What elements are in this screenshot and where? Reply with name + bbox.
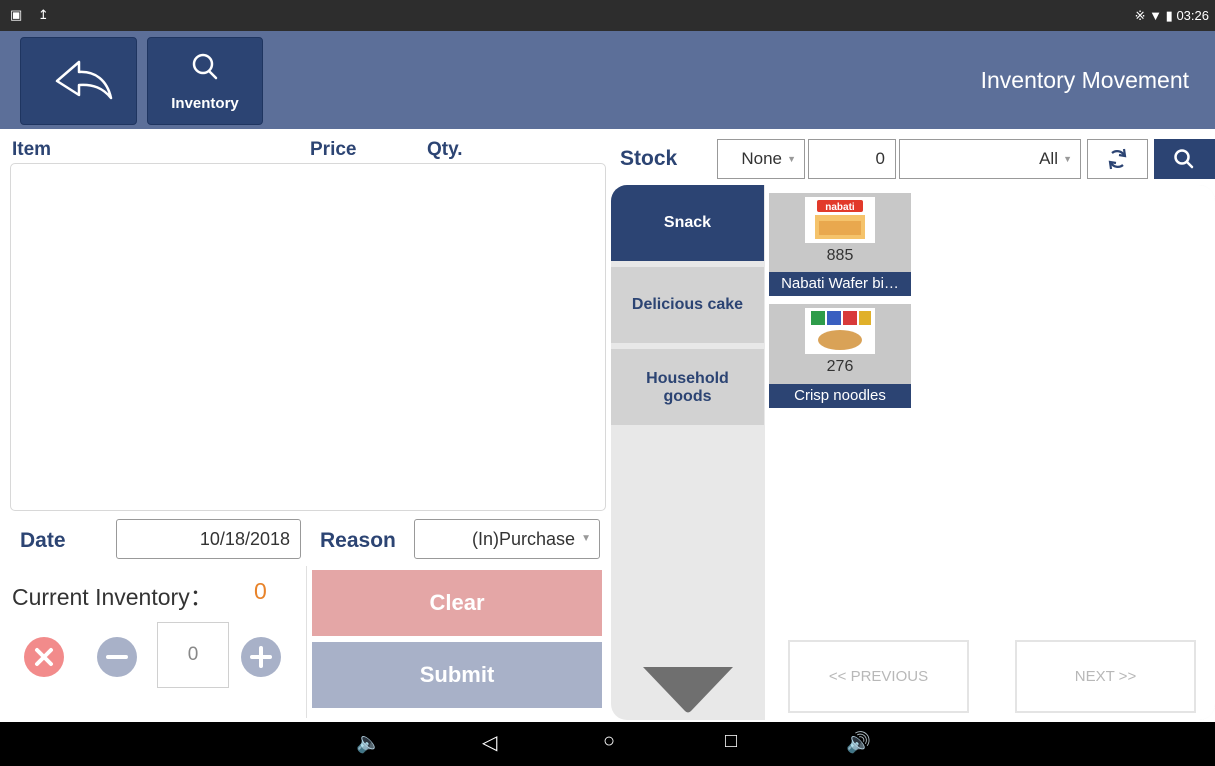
inventory-search-button[interactable]: Inventory bbox=[147, 37, 263, 125]
product-image bbox=[805, 308, 875, 354]
app-header: Inventory Inventory Movement bbox=[0, 31, 1215, 129]
current-inventory-value: 0 bbox=[254, 578, 267, 604]
category-household-goods[interactable]: Household goods bbox=[611, 349, 764, 425]
wifi-icon: ▼ bbox=[1149, 8, 1163, 23]
category-label: Snack bbox=[663, 214, 712, 231]
divider bbox=[306, 566, 307, 718]
back-arrow-icon bbox=[55, 60, 113, 100]
plus-icon bbox=[250, 646, 272, 668]
inventory-button-label: Inventory bbox=[171, 95, 239, 112]
minus-icon bbox=[106, 655, 128, 659]
status-bar: ▣ ↥ ※ ▼ ▮ 03:26 bbox=[0, 0, 1215, 31]
volume-up-icon[interactable]: 🔊 bbox=[846, 730, 871, 755]
category-delicious-cake[interactable]: Delicious cake bbox=[611, 267, 764, 343]
reason-select-value: (In)Purchase bbox=[471, 529, 575, 549]
qty-input[interactable]: 0 bbox=[157, 622, 229, 688]
product-image: nabati bbox=[805, 197, 875, 243]
category-label: Delicious cake bbox=[631, 296, 744, 313]
cart-item-list[interactable] bbox=[10, 163, 606, 511]
stock-label: Stock bbox=[620, 147, 678, 170]
product-tile[interactable]: nabati 885 Nabati Wafer bi… bbox=[769, 193, 911, 296]
col-header-qty: Qty. bbox=[427, 139, 463, 160]
stock-search-button[interactable] bbox=[1154, 139, 1215, 179]
decrease-qty-button[interactable] bbox=[97, 637, 137, 677]
status-right: ※ ▼ ▮ 03:26 bbox=[1135, 8, 1209, 24]
category-label: Household goods bbox=[646, 370, 729, 405]
date-field[interactable]: 10/18/2018 bbox=[116, 519, 301, 559]
stock-filter-value: None bbox=[741, 149, 782, 168]
stock-filter-select[interactable]: None ▼ bbox=[717, 139, 805, 179]
reason-label: Reason bbox=[320, 529, 396, 552]
search-icon bbox=[192, 53, 218, 80]
volume-down-icon[interactable]: 🔈 bbox=[356, 730, 381, 755]
product-stock: 276 bbox=[826, 358, 854, 375]
category-snack[interactable]: Snack bbox=[611, 185, 764, 261]
next-page-button[interactable]: NEXT >> bbox=[1015, 640, 1196, 713]
product-name: Nabati Wafer bi… bbox=[769, 272, 911, 296]
close-icon bbox=[35, 648, 53, 666]
notification-icons: ▣ ↥ bbox=[10, 7, 55, 22]
col-header-item: Item bbox=[12, 139, 52, 160]
system-nav-bar: 🔈 ◁ ○ □ 🔊 bbox=[0, 722, 1215, 766]
dropdown-caret-icon: ▼ bbox=[1063, 154, 1072, 164]
product-name: Crisp noodles bbox=[769, 384, 911, 408]
date-label: Date bbox=[20, 529, 66, 552]
clear-button[interactable]: Clear bbox=[312, 570, 602, 636]
back-button[interactable] bbox=[20, 37, 137, 125]
recents-nav-icon[interactable]: □ bbox=[725, 730, 737, 753]
product-brand-text: nabati bbox=[825, 202, 855, 213]
stock-number-input[interactable]: 0 bbox=[808, 139, 896, 179]
remove-item-button[interactable] bbox=[24, 637, 64, 677]
refresh-button[interactable] bbox=[1087, 139, 1148, 179]
product-panel: Snack Delicious cake Household goods nab… bbox=[611, 185, 1215, 720]
page-title: Inventory Movement bbox=[980, 67, 1189, 93]
col-header-price: Price bbox=[310, 139, 357, 160]
search-icon bbox=[1174, 149, 1194, 169]
product-grid: nabati 885 Nabati Wafer bi… 276 Crisp no… bbox=[765, 185, 1215, 720]
category-filter-value: All bbox=[1039, 149, 1058, 168]
increase-qty-button[interactable] bbox=[241, 637, 281, 677]
category-filter-select[interactable]: All ▼ bbox=[899, 139, 1081, 179]
product-stock: 885 bbox=[826, 247, 854, 264]
battery-icon: ▮ bbox=[1165, 8, 1173, 23]
dropdown-caret-icon: ▼ bbox=[581, 533, 591, 544]
scroll-down-icon[interactable] bbox=[639, 663, 737, 715]
bluetooth-icon: ※ bbox=[1134, 8, 1146, 23]
refresh-icon bbox=[1108, 148, 1127, 170]
submit-button[interactable]: Submit bbox=[312, 642, 602, 708]
reason-select[interactable]: (In)Purchase ▼ bbox=[414, 519, 600, 559]
previous-page-button[interactable]: << PREVIOUS bbox=[788, 640, 969, 713]
product-tile[interactable]: 276 Crisp noodles bbox=[769, 304, 911, 408]
back-nav-icon[interactable]: ◁ bbox=[482, 730, 497, 755]
current-inventory-label: Current Inventory： bbox=[12, 584, 213, 610]
home-nav-icon[interactable]: ○ bbox=[603, 730, 615, 753]
dropdown-caret-icon: ▼ bbox=[787, 154, 796, 164]
clock: 03:26 bbox=[1176, 8, 1209, 23]
